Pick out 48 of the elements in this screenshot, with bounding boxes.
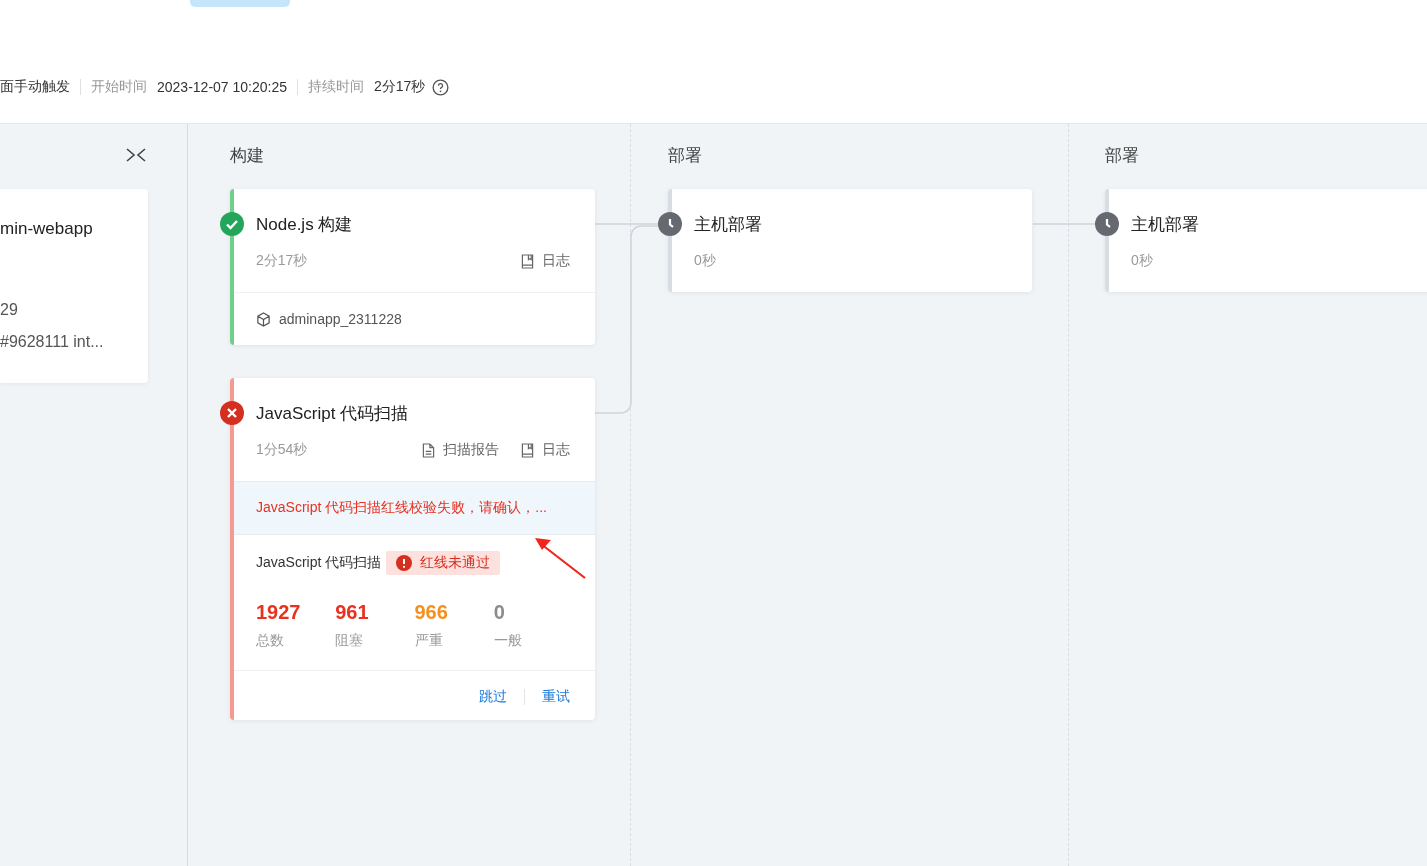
duration: 0秒 (694, 252, 716, 270)
skip-link[interactable]: 跳过 (479, 688, 507, 706)
meta-label: 开始时间 (91, 78, 147, 96)
source-card[interactable]: min-webapp 29 #9628111 int... (0, 189, 148, 383)
status-badge: 红线未通过 (386, 551, 501, 575)
arrow-annotation (533, 536, 587, 580)
meta-label: 持续时间 (308, 78, 364, 96)
stat-label: 一般 (493, 632, 522, 650)
artifact-name: adminapp_2311228 (279, 311, 402, 327)
stat-value: 961 (335, 601, 369, 624)
book-icon (521, 253, 534, 269)
stat-value: 0 (493, 601, 505, 624)
meta-value: 2分17秒 (374, 78, 426, 96)
stage-title: 部署 (668, 145, 703, 167)
duration: 0秒 (1131, 252, 1153, 270)
stage-title: 构建 (230, 145, 265, 167)
job-name: 主机部署 (1131, 214, 1200, 236)
document-icon (422, 442, 435, 458)
report-link[interactable]: 扫描报告 (422, 441, 499, 459)
stat-value: 1927 (256, 601, 301, 624)
meta-value: 2023-12-07 10:20:25 (157, 79, 287, 95)
job-card[interactable]: 主机部署 0秒 (1105, 189, 1427, 292)
duration: 1分54秒 (256, 441, 308, 459)
job-name: JavaScript 代码扫描 (256, 403, 410, 425)
stat-label: 阻塞 (335, 632, 364, 650)
log-link[interactable]: 日志 (521, 252, 570, 270)
stage-title: 部署 (1105, 145, 1140, 167)
duration: 2分17秒 (256, 252, 308, 270)
job-name: Node.js 构建 (256, 214, 354, 236)
log-link[interactable]: 日志 (521, 441, 570, 459)
job-name: 主机部署 (694, 214, 763, 236)
meta-value: 面手动触发 (0, 78, 70, 96)
job-card[interactable]: JavaScript 代码扫描 1分54秒 扫描报告 日志 JavaScript 代码扫描红线校验失败，请确认，... JavaScript 代码扫描 红线未通过 1927 总数 961 阻塞 966 严重 0 一般 跳过 重试 (230, 378, 595, 720)
package-icon (256, 311, 271, 327)
job-card[interactable]: 主机部署 0秒 (668, 189, 1032, 292)
source-info: #9628111 int... (0, 333, 105, 351)
book-icon (521, 442, 534, 458)
help-icon[interactable] (432, 78, 450, 96)
stat-value: 966 (414, 601, 448, 624)
job-card[interactable]: Node.js 构建 2分17秒 日志 adminapp_2311228 (230, 189, 595, 345)
stat-label: 严重 (414, 632, 443, 650)
source-info: 29 (0, 301, 19, 319)
retry-link[interactable]: 重试 (542, 688, 570, 706)
scan-name: JavaScript 代码扫描 (256, 554, 382, 572)
stat-label: 总数 (256, 632, 284, 650)
collapse-icon[interactable] (126, 148, 146, 162)
error-message: JavaScript 代码扫描红线校验失败，请确认，... (234, 481, 595, 535)
source-title: min-webapp (0, 219, 94, 239)
